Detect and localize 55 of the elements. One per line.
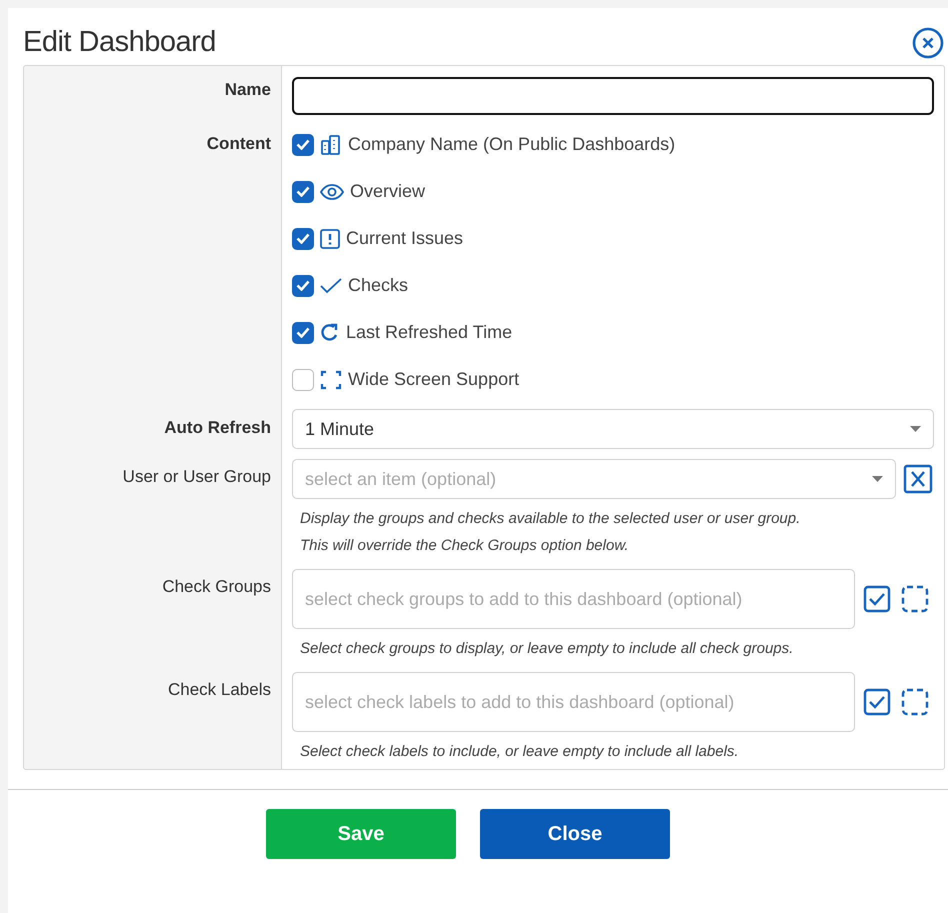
close-icon <box>903 464 933 494</box>
checkbox-label: Company Name (On Public Dashboards) <box>348 134 676 155</box>
exclamation-icon <box>320 228 340 248</box>
help-text: Select check labels to include, or leave empty to include all labels. <box>299 742 740 762</box>
select-all-button[interactable] <box>861 583 893 615</box>
checked-box-icon <box>863 585 891 613</box>
dropdown[interactable]: 1 Minute <box>292 409 934 449</box>
name-input-field[interactable] <box>292 77 934 115</box>
checkmark-icon <box>296 280 310 291</box>
checkmark-icon <box>296 139 310 150</box>
select-none-button[interactable] <box>899 583 931 615</box>
field-label: User or User Group <box>122 467 271 487</box>
dashed-box-icon <box>901 688 929 716</box>
checkmark-icon <box>320 278 342 294</box>
select-all-button[interactable] <box>861 686 893 718</box>
field-label: Check Labels <box>168 680 271 700</box>
eye-icon <box>320 184 344 200</box>
close-button[interactable] <box>912 26 944 58</box>
caret-icon <box>910 426 921 432</box>
checkmark-icon <box>296 186 310 197</box>
checkbox-label: Checks <box>348 275 408 296</box>
help-text: This will override the Check Groups option below. <box>299 536 630 556</box>
expand-icon <box>320 370 342 390</box>
clear-button[interactable] <box>902 463 934 495</box>
help-text: Select check groups to display, or leave empty to include all check groups. <box>299 639 794 659</box>
checkbox[interactable] <box>292 322 314 344</box>
field-label: Check Groups <box>162 577 271 597</box>
checkbox[interactable] <box>292 368 314 390</box>
field-label: Name <box>224 80 271 100</box>
dashed-box-icon <box>901 585 929 613</box>
field-label: Auto Refresh <box>164 418 271 438</box>
caret-icon <box>872 476 883 482</box>
close-icon <box>912 26 944 58</box>
checkbox[interactable] <box>292 180 314 202</box>
dropdown[interactable]: select an item (optional) <box>292 459 896 499</box>
select-none-button[interactable] <box>899 686 931 718</box>
checked-box-icon <box>863 688 891 716</box>
dialog-title: Edit Dashboard <box>23 26 216 59</box>
field-label: Content <box>206 134 271 154</box>
checkbox[interactable] <box>292 134 314 156</box>
checkbox-label: Current Issues <box>346 228 464 249</box>
building-icon <box>320 134 342 156</box>
checkbox[interactable] <box>292 228 314 250</box>
save-button[interactable]: Save <box>266 809 456 859</box>
checkbox-label: Last Refreshed Time <box>346 322 512 343</box>
close-button[interactable]: Close <box>480 809 670 859</box>
refresh-icon <box>320 322 340 342</box>
help-text: Display the groups and checks available to the selected user or user group. <box>299 509 802 529</box>
checkbox[interactable] <box>292 274 314 296</box>
multi-select-field[interactable]: select check labels to add to this dashboard (optional) <box>292 672 855 732</box>
multi-select-field[interactable]: select check groups to add to this dashboard (optional) <box>292 569 855 629</box>
checkmark-icon <box>296 327 310 338</box>
checkmark-icon <box>296 233 310 244</box>
checkbox-label: Overview <box>350 181 426 202</box>
checkbox-label: Wide Screen Support <box>348 369 520 390</box>
